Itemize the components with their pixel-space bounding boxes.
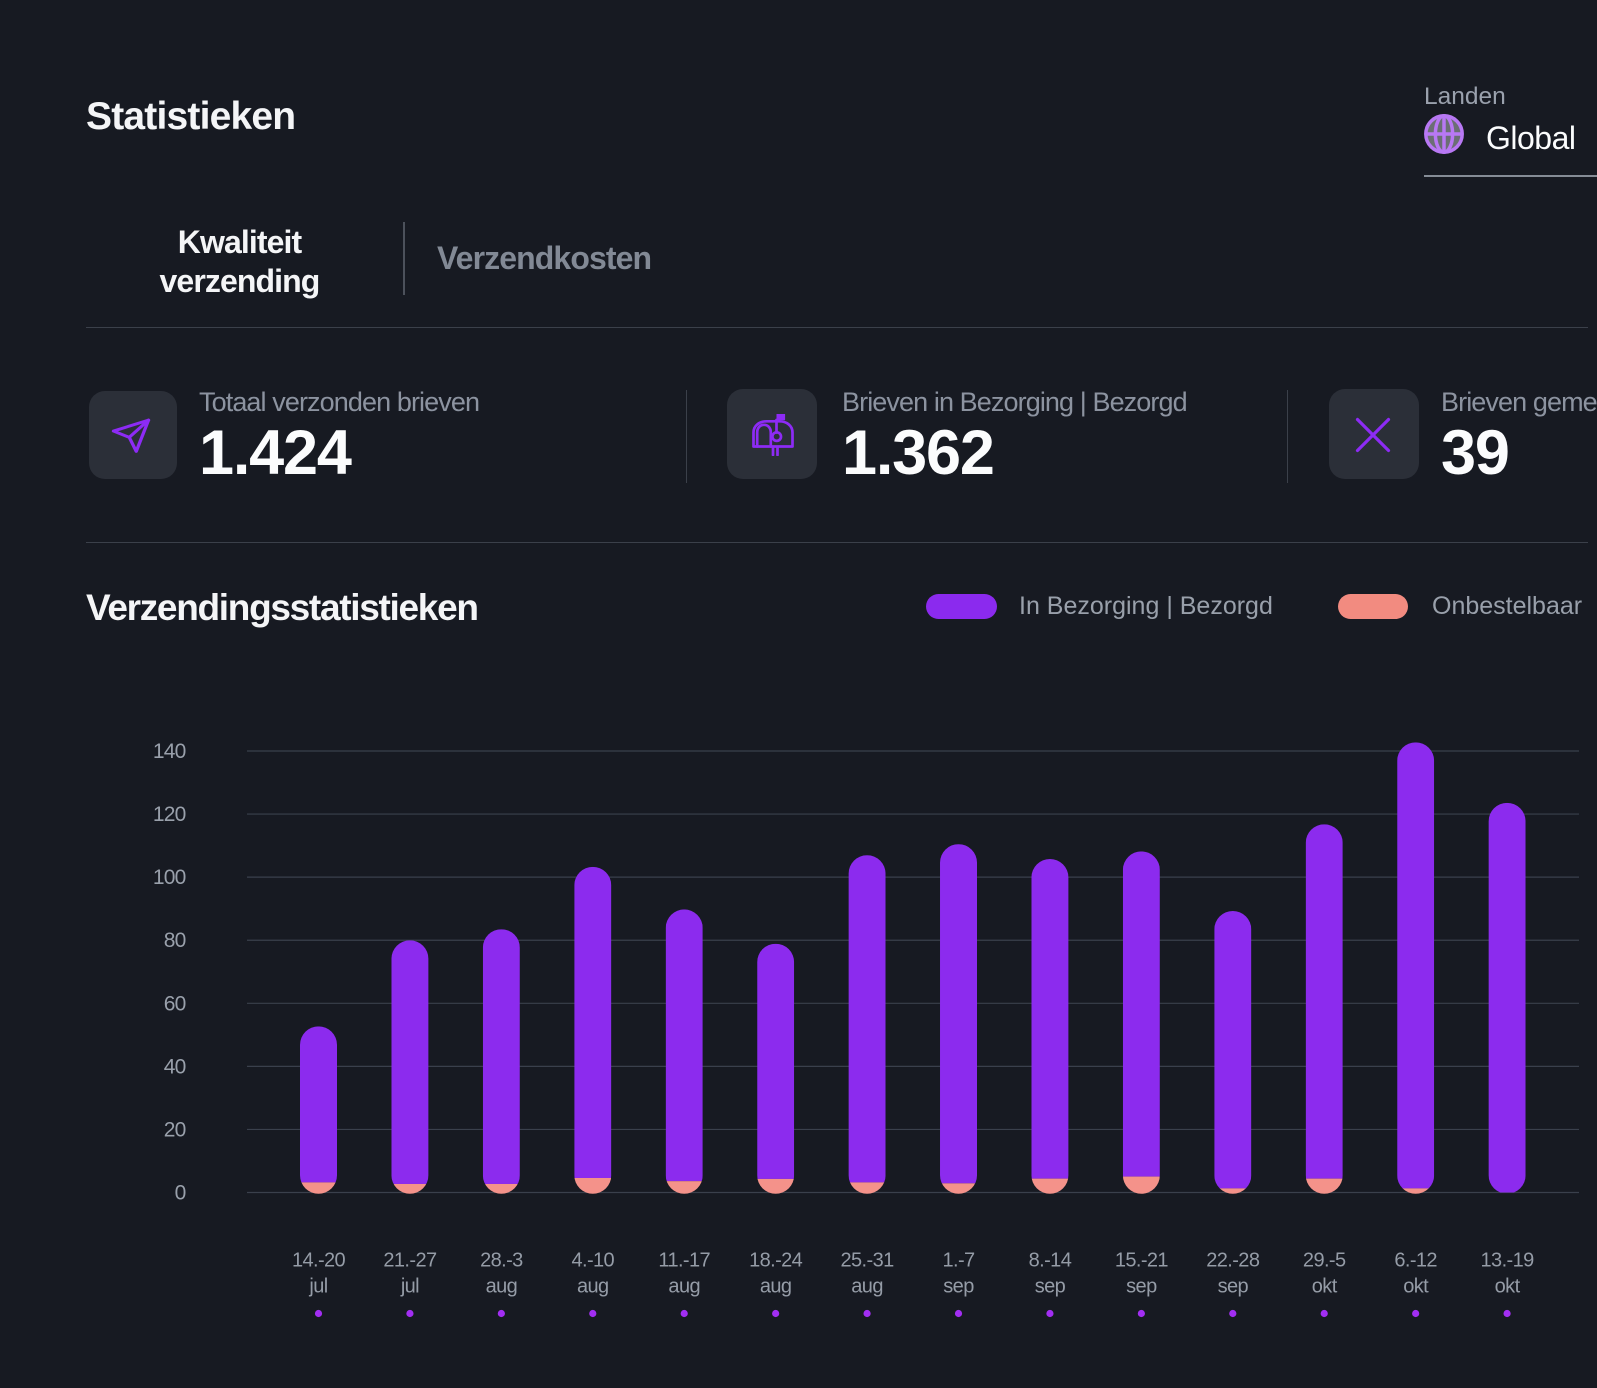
svg-text:25.-31: 25.-31 xyxy=(841,1250,895,1272)
svg-text:jul: jul xyxy=(308,1276,327,1298)
svg-text:aug: aug xyxy=(577,1276,609,1298)
svg-text:8.-14: 8.-14 xyxy=(1029,1250,1072,1272)
svg-text:80: 80 xyxy=(164,929,186,952)
svg-text:aug: aug xyxy=(668,1276,700,1298)
svg-text:14.-20: 14.-20 xyxy=(292,1250,346,1272)
svg-text:40: 40 xyxy=(164,1055,186,1078)
svg-text:18.-24: 18.-24 xyxy=(749,1250,803,1272)
svg-text:sep: sep xyxy=(1126,1276,1157,1298)
svg-text:140: 140 xyxy=(153,740,186,763)
svg-text:aug: aug xyxy=(760,1276,792,1298)
svg-text:22.-28: 22.-28 xyxy=(1206,1250,1260,1272)
svg-text:15.-21: 15.-21 xyxy=(1115,1250,1169,1272)
svg-text:21.-27: 21.-27 xyxy=(383,1250,437,1272)
svg-text:20: 20 xyxy=(164,1118,186,1141)
svg-text:sep: sep xyxy=(1218,1276,1249,1298)
svg-text:sep: sep xyxy=(943,1276,974,1298)
svg-text:28.-3: 28.-3 xyxy=(480,1250,523,1272)
svg-text:okt: okt xyxy=(1403,1276,1429,1298)
svg-text:120: 120 xyxy=(153,803,186,826)
svg-text:aug: aug xyxy=(486,1276,518,1298)
svg-text:11.-17: 11.-17 xyxy=(658,1250,710,1272)
svg-text:4.-10: 4.-10 xyxy=(571,1250,614,1272)
svg-text:okt: okt xyxy=(1495,1276,1521,1298)
svg-text:60: 60 xyxy=(164,992,186,1015)
svg-text:jul: jul xyxy=(400,1276,419,1298)
svg-text:0: 0 xyxy=(175,1182,186,1205)
svg-text:6.-12: 6.-12 xyxy=(1394,1250,1437,1272)
svg-text:29.-5: 29.-5 xyxy=(1303,1250,1346,1272)
svg-text:sep: sep xyxy=(1035,1276,1066,1298)
svg-text:aug: aug xyxy=(851,1276,883,1298)
svg-text:13.-19: 13.-19 xyxy=(1481,1250,1535,1272)
svg-text:100: 100 xyxy=(153,866,186,889)
svg-text:1.-7: 1.-7 xyxy=(942,1250,975,1272)
svg-text:okt: okt xyxy=(1312,1276,1338,1298)
